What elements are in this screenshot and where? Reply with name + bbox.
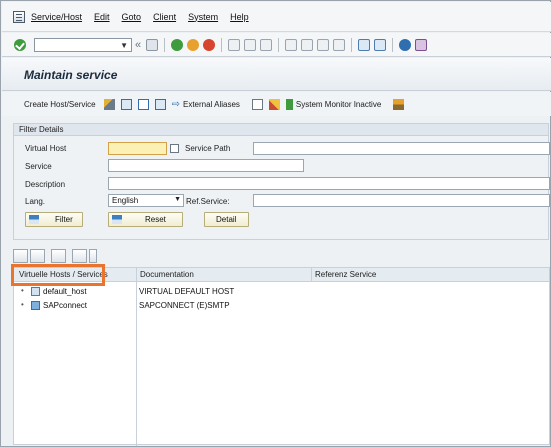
column-header-referenz-service[interactable]: Referenz Service (315, 270, 376, 279)
filter-details-title: Filter Details (19, 125, 64, 134)
toolbar-separator (164, 37, 166, 52)
toolbar-separator (221, 37, 223, 52)
virtual-host-label: Virtual Host (25, 144, 67, 153)
menu-service-host[interactable]: Service/Host (31, 12, 82, 22)
print-icon[interactable] (72, 248, 87, 263)
description-label: Description (25, 180, 66, 189)
find-icon[interactable] (51, 248, 66, 263)
chevron-down-icon[interactable]: ▼ (120, 41, 128, 50)
toolbar-separator (392, 37, 394, 52)
column-divider (311, 268, 312, 282)
edit-wand-icon[interactable] (103, 98, 115, 110)
last-page-icon[interactable] (333, 38, 346, 51)
command-field[interactable]: ▼ (34, 37, 132, 52)
filter-icon (29, 215, 39, 224)
language-value: English (112, 196, 139, 205)
menu-client[interactable]: Client (153, 12, 176, 22)
ref-service-label: Ref.Service: (186, 197, 230, 206)
tree-toolbar (13, 247, 99, 264)
service-path-label: Service Path (185, 144, 231, 153)
service-input[interactable] (108, 159, 304, 172)
detail-button[interactable]: Detail (204, 212, 249, 227)
information-icon[interactable] (154, 98, 166, 110)
language-select[interactable]: English ▼ (108, 194, 184, 207)
transport-icon[interactable] (393, 98, 405, 110)
print-icon[interactable] (228, 38, 241, 51)
menu-icon[interactable] (13, 10, 25, 23)
ref-service-input[interactable] (253, 194, 550, 207)
create-host-service-button[interactable]: Create Host/Service (24, 100, 96, 109)
value-help-icon[interactable] (170, 144, 179, 153)
enter-icon[interactable] (14, 38, 26, 51)
shortcut-icon[interactable] (374, 38, 387, 51)
filter-details-panel: Virtual Host Service Path Service Descri… (13, 136, 550, 240)
filter-button[interactable]: Filter (25, 212, 83, 227)
service-icon (31, 301, 40, 310)
title-bar: Maintain service (2, 58, 551, 91)
service-path-input[interactable] (253, 142, 550, 155)
find-icon[interactable] (244, 38, 257, 51)
detail-button-label: Detail (216, 215, 237, 224)
sap-window: Service/Host Edit Goto Client System Hel… (0, 0, 551, 447)
expand-subtree-icon[interactable] (13, 248, 28, 263)
layout-menu-icon[interactable] (415, 38, 428, 51)
page-title: Maintain service (24, 68, 118, 82)
next-page-icon[interactable] (317, 38, 330, 51)
cancel-icon[interactable] (203, 38, 216, 51)
delete-icon[interactable] (120, 98, 132, 110)
save-icon[interactable] (146, 38, 159, 51)
lang-label: Lang. (25, 197, 46, 206)
column-divider (136, 268, 137, 446)
filter-details-header: Filter Details (13, 123, 549, 136)
first-page-icon[interactable] (285, 38, 298, 51)
menu-system[interactable]: System (188, 12, 218, 22)
tree-node-name[interactable]: default_host (43, 287, 87, 296)
flag-icon[interactable] (285, 98, 293, 110)
previous-page-icon[interactable] (301, 38, 314, 51)
tree-node-documentation: VIRTUAL DEFAULT HOST (139, 287, 235, 296)
exit-icon[interactable] (187, 38, 200, 51)
service-label: Service (25, 162, 52, 171)
menu-goto[interactable]: Goto (122, 12, 142, 22)
reset-button-label: Reset (145, 215, 166, 224)
help-icon[interactable] (399, 38, 412, 51)
back-history-icon[interactable]: « (135, 39, 141, 51)
system-monitor-button[interactable]: System Monitor Inactive (296, 100, 381, 109)
virtual-host-input[interactable] (108, 142, 167, 155)
collapse-subtree-icon[interactable] (30, 248, 45, 263)
tree-node-name[interactable]: SAPconnect (43, 301, 87, 310)
print-dropdown-icon[interactable] (89, 248, 97, 263)
chevron-down-icon[interactable]: ▼ (174, 196, 181, 203)
standard-toolbar: ▼ « (2, 33, 551, 57)
filter-button-label: Filter (55, 215, 73, 224)
new-session-icon[interactable] (358, 38, 371, 51)
back-icon[interactable] (171, 38, 184, 51)
menu-bar: Service/Host Edit Goto Client System Hel… (2, 2, 551, 32)
arrow-right-icon: ⇨ (171, 98, 180, 110)
menu-help[interactable]: Help (230, 12, 249, 22)
toolbar-separator (351, 37, 353, 52)
highlight-annotation (11, 264, 105, 286)
find-next-icon[interactable] (260, 38, 273, 51)
description-input[interactable] (108, 177, 550, 190)
expand-node-icon[interactable]: • (21, 300, 24, 309)
reset-button[interactable]: Reset (108, 212, 183, 227)
toolbar-separator (278, 37, 280, 52)
services-tree: Virtuelle Hosts / Services Documentation… (13, 267, 550, 446)
reset-filter-icon (112, 215, 122, 224)
document-icon[interactable] (251, 98, 263, 110)
expand-node-icon[interactable]: • (21, 286, 24, 295)
tree-node-documentation: SAPCONNECT (E)SMTP (139, 301, 230, 310)
copy-icon[interactable] (137, 98, 149, 110)
application-toolbar: Create Host/Service ⇨ External Aliases S… (2, 92, 551, 116)
column-header-documentation[interactable]: Documentation (140, 270, 194, 279)
host-icon (31, 287, 40, 296)
external-aliases-button[interactable]: External Aliases (183, 100, 240, 109)
menu-edit[interactable]: Edit (94, 12, 110, 22)
tools-icon[interactable] (268, 98, 280, 110)
